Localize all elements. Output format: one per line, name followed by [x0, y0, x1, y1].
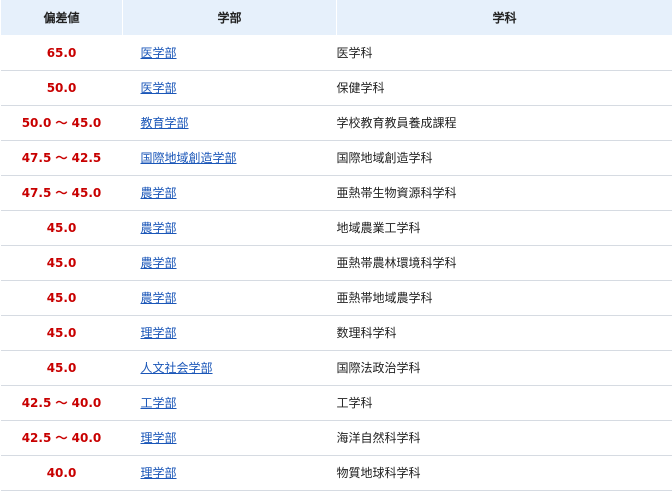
faculty-link[interactable]: 農学部 — [141, 291, 177, 305]
header-row: 偏差値 学部 学科 — [0, 0, 672, 36]
score-cell: 47.5 〜 45.0 — [0, 175, 123, 211]
table-row: 45.0 理学部 数理科学科 — [0, 315, 672, 351]
table-row: 47.5 〜 45.0 農学部 亜熱帯生物資源科学科 — [0, 175, 672, 211]
faculty-link[interactable]: 農学部 — [141, 186, 177, 200]
department-cell: 亜熱帯地域農学科 — [336, 280, 672, 316]
faculty-column-header: 学部 — [122, 0, 337, 36]
department-cell: 物質地球科学科 — [336, 455, 672, 491]
score-cell: 50.0 〜 45.0 — [0, 105, 123, 141]
table-body: 65.0 医学部 医学科 50.0 医学部 保健学科 50.0 〜 45.0 教… — [0, 35, 672, 491]
score-column-header: 偏差値 — [0, 0, 123, 36]
score-cell: 45.0 — [0, 350, 123, 386]
score-cell: 50.0 — [0, 70, 123, 106]
table-row: 45.0 農学部 地域農業工学科 — [0, 210, 672, 246]
faculty-cell: 理学部 — [122, 455, 337, 491]
faculty-cell: 理学部 — [122, 315, 337, 351]
table-row: 45.0 農学部 亜熱帯地域農学科 — [0, 280, 672, 316]
score-cell: 45.0 — [0, 280, 123, 316]
faculty-link[interactable]: 国際地域創造学部 — [141, 151, 237, 165]
faculty-link[interactable]: 医学部 — [141, 46, 177, 60]
score-cell: 45.0 — [0, 315, 123, 351]
table-row: 40.0 理学部 物質地球科学科 — [0, 455, 672, 491]
deviation-score-table: 偏差値 学部 学科 65.0 医学部 医学科 50.0 医学部 保健学科 50.… — [0, 0, 672, 491]
faculty-link[interactable]: 農学部 — [141, 256, 177, 270]
table-row: 50.0 医学部 保健学科 — [0, 70, 672, 106]
faculty-link[interactable]: 理学部 — [141, 431, 177, 445]
faculty-cell: 医学部 — [122, 35, 337, 71]
department-cell: 工学科 — [336, 385, 672, 421]
department-cell: 国際地域創造学科 — [336, 140, 672, 176]
faculty-link[interactable]: 理学部 — [141, 466, 177, 480]
faculty-link[interactable]: 人文社会学部 — [141, 361, 213, 375]
department-cell: 海洋自然科学科 — [336, 420, 672, 456]
faculty-cell: 工学部 — [122, 385, 337, 421]
department-cell: 亜熱帯生物資源科学科 — [336, 175, 672, 211]
faculty-cell: 教育学部 — [122, 105, 337, 141]
faculty-cell: 理学部 — [122, 420, 337, 456]
table-row: 47.5 〜 42.5 国際地域創造学部 国際地域創造学科 — [0, 140, 672, 176]
faculty-link[interactable]: 医学部 — [141, 81, 177, 95]
table-row: 45.0 人文社会学部 国際法政治学科 — [0, 350, 672, 386]
department-cell: 医学科 — [336, 35, 672, 71]
faculty-cell: 医学部 — [122, 70, 337, 106]
faculty-cell: 人文社会学部 — [122, 350, 337, 386]
department-cell: 数理科学科 — [336, 315, 672, 351]
table-row: 45.0 農学部 亜熱帯農林環境科学科 — [0, 245, 672, 281]
department-cell: 学校教育教員養成課程 — [336, 105, 672, 141]
department-cell: 地域農業工学科 — [336, 210, 672, 246]
department-cell: 亜熱帯農林環境科学科 — [336, 245, 672, 281]
faculty-link[interactable]: 工学部 — [141, 396, 177, 410]
faculty-cell: 農学部 — [122, 280, 337, 316]
table-row: 42.5 〜 40.0 理学部 海洋自然科学科 — [0, 420, 672, 456]
score-cell: 40.0 — [0, 455, 123, 491]
table-row: 65.0 医学部 医学科 — [0, 35, 672, 71]
table-row: 50.0 〜 45.0 教育学部 学校教育教員養成課程 — [0, 105, 672, 141]
faculty-cell: 農学部 — [122, 210, 337, 246]
score-cell: 45.0 — [0, 210, 123, 246]
score-cell: 42.5 〜 40.0 — [0, 385, 123, 421]
score-cell: 45.0 — [0, 245, 123, 281]
faculty-link[interactable]: 理学部 — [141, 326, 177, 340]
table-header: 偏差値 学部 学科 — [0, 0, 672, 36]
score-cell: 65.0 — [0, 35, 123, 71]
score-cell: 42.5 〜 40.0 — [0, 420, 123, 456]
faculty-cell: 農学部 — [122, 245, 337, 281]
faculty-link[interactable]: 教育学部 — [141, 116, 189, 130]
table-row: 42.5 〜 40.0 工学部 工学科 — [0, 385, 672, 421]
score-cell: 47.5 〜 42.5 — [0, 140, 123, 176]
department-cell: 国際法政治学科 — [336, 350, 672, 386]
faculty-cell: 農学部 — [122, 175, 337, 211]
faculty-cell: 国際地域創造学部 — [122, 140, 337, 176]
department-cell: 保健学科 — [336, 70, 672, 106]
department-column-header: 学科 — [336, 0, 672, 36]
faculty-link[interactable]: 農学部 — [141, 221, 177, 235]
